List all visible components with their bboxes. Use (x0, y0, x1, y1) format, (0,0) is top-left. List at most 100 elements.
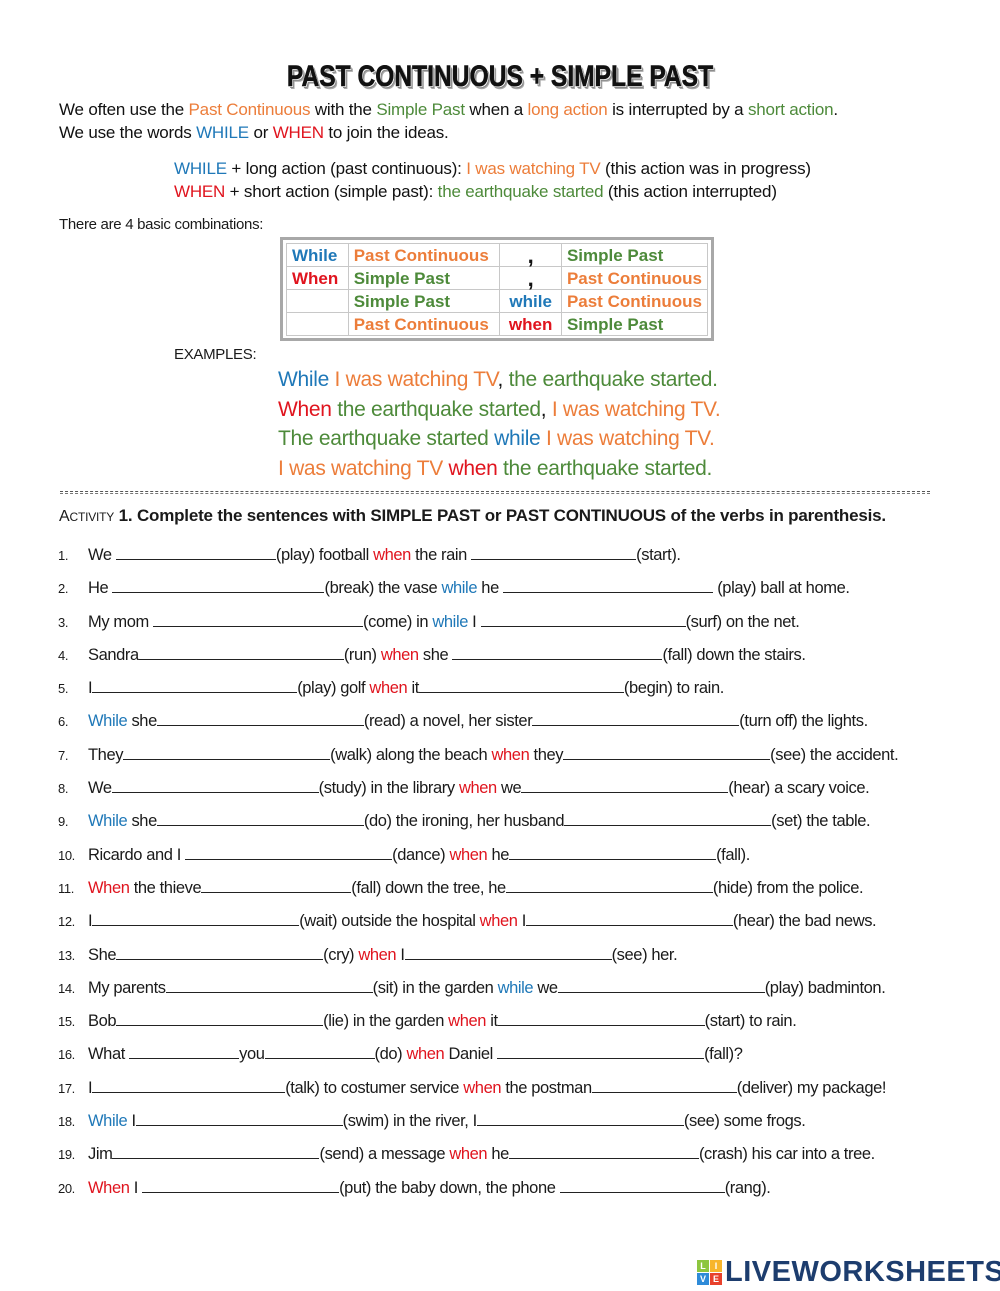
answer-blank[interactable] (509, 846, 717, 860)
answer-blank[interactable] (476, 1112, 684, 1127)
combination-row: When Simple Past, Past Continuous (286, 266, 709, 290)
section-divider (60, 491, 930, 492)
answer-blank[interactable] (503, 579, 714, 594)
rules-block: WHILE + long action (past continuous): I… (174, 157, 811, 203)
sentence-text: he (487, 845, 510, 864)
exercise-item: 11. When the thieve (fall) down the tree, … (58, 879, 958, 912)
examples-label: EXAMPLES: (174, 346, 257, 363)
sentence-text: We (88, 779, 112, 798)
answer-blank[interactable] (135, 1112, 343, 1127)
sentence-text: (play) badminton. (764, 978, 886, 997)
logo-square: V (697, 1273, 709, 1285)
exercise-number: 7. (58, 747, 69, 763)
answer-blank[interactable] (557, 979, 765, 993)
text-segment: or (248, 123, 273, 142)
conjunction-word: while (432, 612, 468, 631)
text-segment: is interrupted by a (607, 100, 748, 119)
sentence-text: (start). (636, 546, 681, 564)
answer-blank[interactable] (525, 912, 733, 927)
conjunction-word: when (406, 1045, 445, 1064)
exercise-number: 3. (58, 614, 69, 630)
answer-blank[interactable] (185, 846, 393, 860)
exercise-number: 12. (58, 914, 75, 930)
exercise-number: 20. (58, 1180, 75, 1196)
text-segment: (this action interrupted) (603, 182, 777, 201)
conjunction-word: when (458, 779, 497, 798)
answer-blank[interactable] (112, 579, 325, 594)
sentence-text: you (239, 1045, 265, 1064)
answer-blank[interactable] (521, 779, 729, 794)
example-sentence: When the earthquake started, I was watch… (278, 395, 721, 425)
exercise-item: 13. She (cry) when I (see) her. (58, 946, 958, 979)
sentence-text: (wait) outside the hospital (299, 912, 480, 931)
answer-blank[interactable] (156, 812, 364, 827)
answer-blank[interactable] (404, 946, 612, 960)
answer-blank[interactable] (201, 879, 352, 893)
logo-text: LIVEWORKSHEETS (725, 1256, 1000, 1288)
conjunction-word: when (449, 1145, 488, 1164)
sentence-text: (run) (343, 645, 381, 664)
answer-blank[interactable] (497, 1045, 705, 1060)
sentence-text: I (396, 945, 405, 964)
answer-blank[interactable] (532, 712, 740, 727)
answer-blank[interactable] (165, 979, 373, 993)
answer-blank[interactable] (92, 679, 298, 694)
answer-blank[interactable] (564, 812, 772, 827)
intro-line-1: We often use the Past Continuous with th… (59, 98, 838, 121)
answer-blank[interactable] (497, 1012, 705, 1027)
activity-label: ACTIVITY (59, 508, 114, 525)
answer-blank[interactable] (591, 1079, 737, 1093)
sentence-text: (see) the accident. (770, 745, 899, 764)
exercise-item: 18. While I (swim) in the river, I (see) so… (58, 1112, 958, 1145)
exercise-item: 9. While she (do) the ironing, her husband… (58, 812, 958, 845)
text-segment: the earthquake started. (497, 456, 713, 480)
combination-cell: Simple Past (347, 289, 501, 313)
answer-blank[interactable] (264, 1045, 375, 1060)
combination-cell: Past Continuous (560, 289, 709, 313)
sentence-text: (surf) on the net. (685, 612, 800, 631)
page-title: PAST CONTINUOUS + SIMPLE PAST (286, 60, 714, 94)
conjunction-word: while (497, 978, 534, 997)
sentence-text: My parents (88, 978, 166, 997)
answer-blank[interactable] (129, 1045, 240, 1060)
text-segment: The earthquake started (278, 427, 495, 451)
answer-blank[interactable] (115, 546, 276, 560)
sentence-text: (dance) (392, 845, 450, 864)
answer-blank[interactable] (156, 712, 364, 727)
text-segment: I was watching TV (278, 456, 443, 480)
answer-blank[interactable] (563, 746, 771, 760)
text-segment: the earthquake started. (503, 368, 718, 391)
combination-cell: when (499, 312, 562, 336)
answer-blank[interactable] (452, 646, 663, 660)
answer-blank[interactable] (418, 679, 624, 694)
text-segment: the earthquake started (331, 397, 541, 421)
answer-blank[interactable] (138, 646, 344, 660)
exercise-number: 14. (58, 980, 75, 996)
activity-label-rest: CTIVITY (69, 510, 115, 524)
conjunction-word: While (88, 1112, 128, 1131)
answer-blank[interactable] (142, 1179, 340, 1193)
answer-blank[interactable] (111, 779, 319, 794)
answer-blank[interactable] (116, 946, 324, 960)
answer-blank[interactable] (116, 1012, 324, 1027)
sentence-text: (send) a message (319, 1145, 450, 1164)
answer-blank[interactable] (112, 1145, 320, 1160)
combination-cell (286, 312, 349, 336)
answer-blank[interactable] (123, 746, 331, 760)
sentence-text: (hear) the bad news. (732, 912, 877, 931)
liveworksheets-logo: LIVE LIVEWORKSHEETS (697, 1256, 1000, 1289)
answer-blank[interactable] (508, 1145, 699, 1160)
answer-blank[interactable] (559, 1179, 725, 1193)
sentence-text: I (129, 1178, 143, 1197)
exercise-number: 16. (58, 1047, 75, 1063)
sentence-text: Ricardo and I (88, 845, 186, 864)
answer-blank[interactable] (480, 613, 686, 627)
answer-blank[interactable] (471, 546, 637, 560)
answer-blank[interactable] (92, 912, 300, 927)
logo-square: E (710, 1273, 722, 1285)
answer-blank[interactable] (505, 879, 713, 893)
sentence-text: (fall)? (704, 1045, 743, 1064)
answer-blank[interactable] (153, 613, 364, 627)
exercise-number: 8. (58, 781, 69, 797)
answer-blank[interactable] (92, 1079, 286, 1093)
